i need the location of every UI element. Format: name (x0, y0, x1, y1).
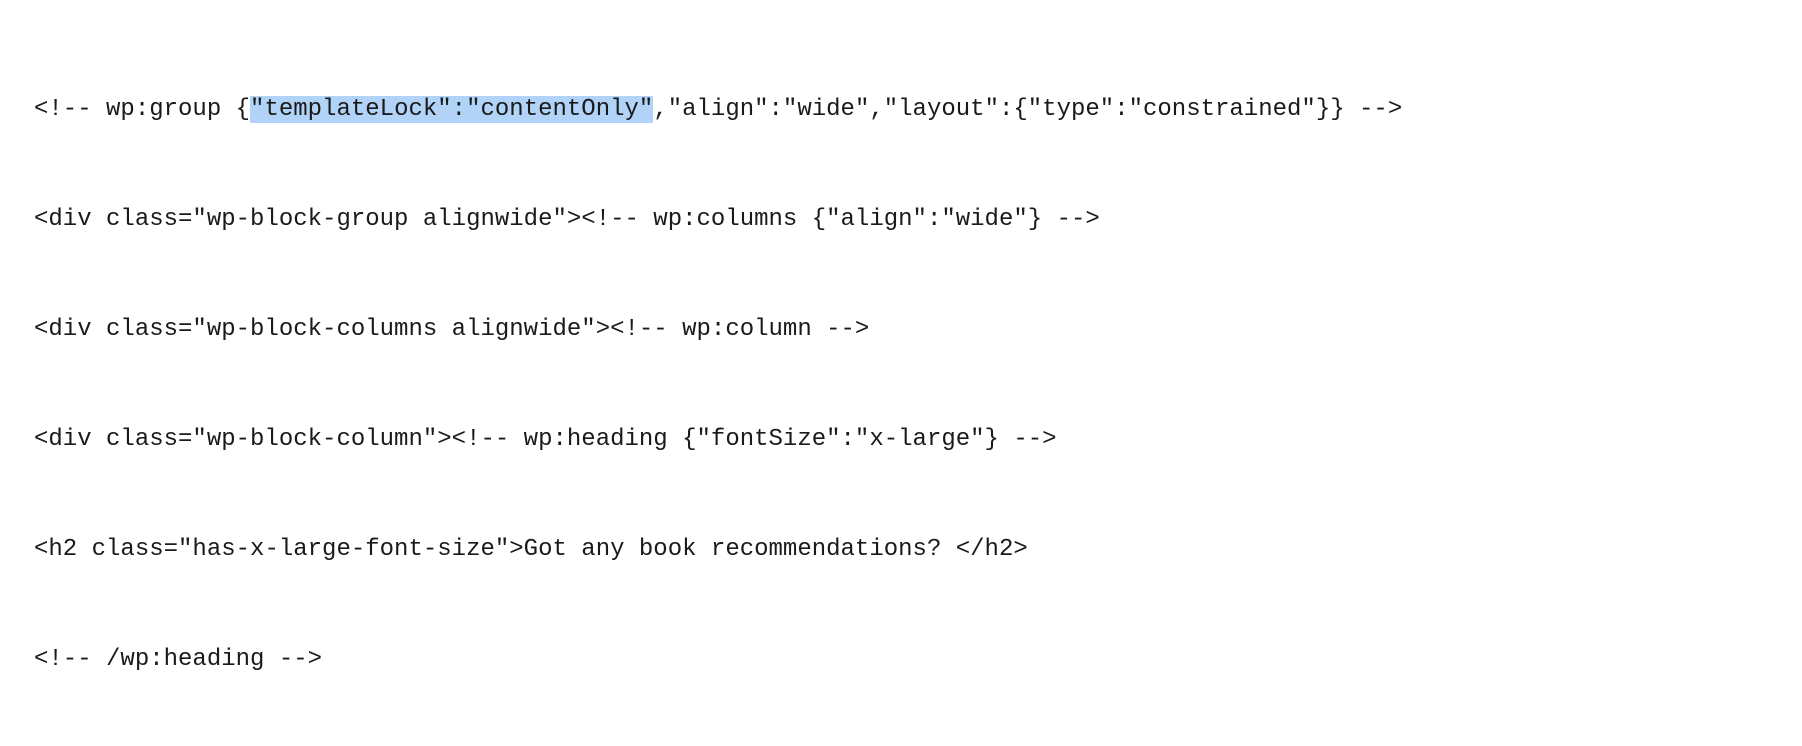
code-line-6: <!-- /wp:heading --> (34, 648, 1768, 672)
code-line-1: <!-- wp:group {"templateLock":"contentOn… (34, 98, 1768, 122)
code-block: <!-- wp:group {"templateLock":"contentOn… (34, 50, 1768, 696)
code-line-3: <div class="wp-block-columns alignwide">… (34, 318, 1768, 342)
code-text: <!-- wp:group { (34, 96, 250, 123)
code-line-5: <h2 class="has-x-large-font-size">Got an… (34, 538, 1768, 562)
code-line-4: <div class="wp-block-column"><!-- wp:hea… (34, 428, 1768, 452)
code-text: ,"align":"wide","layout":{"type":"constr… (653, 96, 1402, 123)
code-highlight: "templateLock":"contentOnly" (250, 96, 653, 123)
code-line-2: <div class="wp-block-group alignwide"><!… (34, 208, 1768, 232)
